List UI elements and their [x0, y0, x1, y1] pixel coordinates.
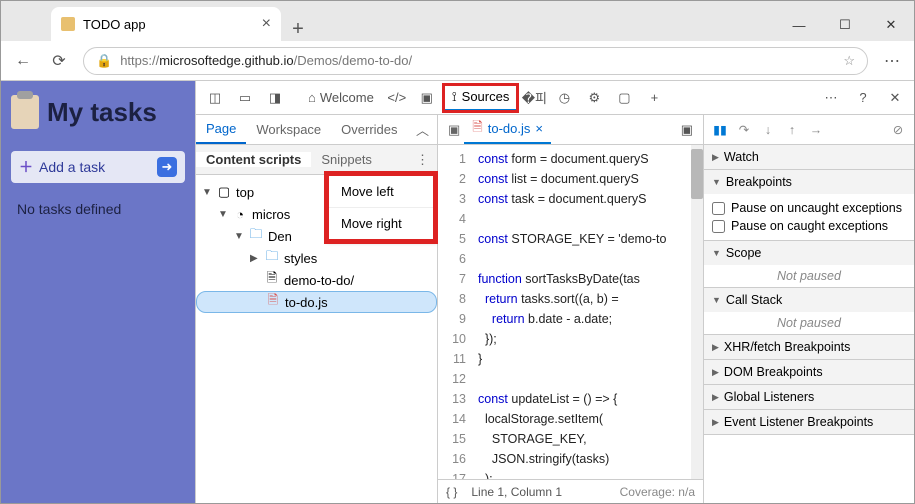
tab-title: TODO app	[83, 17, 146, 32]
close-window-button[interactable]: ✕	[868, 9, 914, 41]
scope-not-paused: Not paused	[704, 265, 914, 287]
deactivate-bp-icon[interactable]: ⊘	[888, 122, 908, 137]
bracket-icon[interactable]: { }	[446, 485, 457, 499]
home-icon: ⌂	[308, 90, 316, 105]
file-nav-icon[interactable]: ▣	[444, 122, 464, 138]
sources-navigator: Page Workspace Overrides ︿ Content scrip…	[196, 115, 438, 503]
pause-icon[interactable]: ▮▮	[710, 122, 730, 137]
section-dom[interactable]: ▶DOM Breakpoints	[704, 360, 914, 384]
devtools-toolbar: ◫ ▭ ◨ ⌂Welcome </> ▣ ⟟ Sources �피 ◷ ⚙ ▢ …	[196, 81, 914, 115]
step-out-icon[interactable]: ↑	[782, 123, 802, 137]
tab-performance-icon[interactable]: ◷	[551, 90, 577, 106]
nav-tab-workspace[interactable]: Workspace	[246, 115, 331, 144]
site-info-icon[interactable]: 🔒	[96, 53, 112, 69]
code-area[interactable]: 12345678910111213141516171819 const form…	[438, 145, 703, 479]
tab-close-button[interactable]: ×	[262, 15, 271, 33]
tab-console-icon[interactable]: ▣	[414, 90, 440, 106]
section-watch[interactable]: ▶Watch	[704, 145, 914, 169]
submit-icon[interactable]: ➜	[157, 157, 177, 177]
nav-more-icon[interactable]: ⋮	[408, 152, 437, 168]
page-title: My tasks	[47, 97, 157, 128]
code-editor: ▣ 🗎 to-do.js × ▣ 12345678910111213141516…	[438, 115, 704, 503]
step-over-icon[interactable]: ↷	[734, 122, 754, 137]
url-path: /Demos/demo-to-do/	[294, 53, 413, 68]
url-host: microsoftedge.github.io	[159, 53, 293, 68]
debugger-pane: ▮▮ ↷ ↓ ↑ → ⊘ ▶Watch ▼Breakpoints Pause o…	[704, 115, 914, 503]
section-callstack[interactable]: ▼Call Stack	[704, 288, 914, 312]
browser-tab[interactable]: TODO app ×	[51, 7, 281, 41]
url-scheme: https://	[120, 53, 159, 68]
editor-status-bar: { } Line 1, Column 1 Coverage: n/a	[438, 479, 703, 503]
maximize-button[interactable]: ☐	[822, 9, 868, 41]
favicon-icon	[61, 17, 75, 31]
tree-item-file2-selected[interactable]: 🗎to-do.js	[196, 291, 437, 313]
help-icon[interactable]: ?	[850, 90, 876, 105]
pause-caught-checkbox[interactable]: Pause on caught exceptions	[712, 217, 906, 235]
add-task-label: Add a task	[39, 159, 105, 175]
page-content: My tasks ＋ Add a task ➜ No tasks defined	[1, 81, 195, 503]
tab-add-icon[interactable]: +	[641, 90, 667, 105]
scrollbar-thumb[interactable]	[691, 149, 703, 199]
address-field[interactable]: 🔒 https://microsoftedge.github.io/Demos/…	[83, 47, 868, 75]
tab-application-icon[interactable]: ▢	[611, 90, 637, 106]
step-into-icon[interactable]: ↓	[758, 123, 778, 137]
bug-icon: ⟟	[452, 89, 457, 105]
editor-toggle-icon[interactable]: ▣	[677, 122, 697, 138]
ctx-move-right[interactable]: Move right	[329, 208, 433, 239]
menu-button[interactable]: ⋯	[880, 51, 904, 71]
tree-item-folder2[interactable]: ▶🗀styles	[196, 247, 437, 269]
context-menu: Move left Move right	[326, 173, 436, 242]
tab-memory-icon[interactable]: ⚙	[581, 90, 607, 106]
add-task-button[interactable]: ＋ Add a task ➜	[11, 151, 185, 183]
clipboard-icon	[11, 95, 39, 129]
section-breakpoints[interactable]: ▼Breakpoints	[704, 170, 914, 194]
dock-icon[interactable]: ◨	[262, 90, 288, 106]
tab-elements-icon[interactable]: </>	[384, 90, 410, 105]
step-icon[interactable]: →	[806, 123, 826, 137]
section-global[interactable]: ▶Global Listeners	[704, 385, 914, 409]
nav-sub-snippets[interactable]: Snippets	[311, 152, 382, 167]
cursor-position: Line 1, Column 1	[471, 485, 562, 499]
window-titlebar: TODO app × + — ☐ ✕	[1, 1, 914, 41]
tab-network-icon[interactable]: �피	[521, 88, 547, 107]
nav-tab-overrides[interactable]: Overrides	[331, 115, 407, 144]
back-button[interactable]: ←	[11, 52, 35, 70]
close-file-icon[interactable]: ×	[535, 121, 543, 136]
tab-welcome[interactable]: ⌂Welcome	[302, 90, 380, 105]
nav-collapse-icon[interactable]: ︿	[408, 120, 437, 139]
coverage-status: Coverage: n/a	[620, 485, 695, 499]
minimize-button[interactable]: —	[776, 9, 822, 41]
nav-tab-page[interactable]: Page	[196, 115, 246, 144]
section-xhr[interactable]: ▶XHR/fetch Breakpoints	[704, 335, 914, 359]
callstack-not-paused: Not paused	[704, 312, 914, 334]
nav-sub-content-scripts[interactable]: Content scripts	[196, 152, 311, 167]
ctx-move-left[interactable]: Move left	[329, 176, 433, 208]
devtools-close-icon[interactable]: ✕	[882, 90, 908, 106]
inspect-icon[interactable]: ◫	[202, 90, 228, 106]
tree-item-file1[interactable]: 🗎demo-to-do/	[196, 269, 437, 291]
section-scope[interactable]: ▼Scope	[704, 241, 914, 265]
more-tools-icon[interactable]: ⋯	[818, 90, 844, 106]
url-bar: ← ⟳ 🔒 https://microsoftedge.github.io/De…	[1, 41, 914, 81]
debug-controls: ▮▮ ↷ ↓ ↑ → ⊘	[704, 115, 914, 145]
empty-state-text: No tasks defined	[11, 201, 185, 217]
tab-sources[interactable]: ⟟ Sources	[444, 85, 518, 111]
pause-uncaught-checkbox[interactable]: Pause on uncaught exceptions	[712, 199, 906, 217]
device-icon[interactable]: ▭	[232, 90, 258, 106]
new-tab-button[interactable]: +	[281, 18, 315, 41]
refresh-button[interactable]: ⟳	[47, 51, 71, 71]
editor-file-tab[interactable]: 🗎 to-do.js ×	[464, 115, 551, 144]
window-controls: — ☐ ✕	[776, 9, 914, 41]
favorite-icon[interactable]: ☆	[843, 53, 855, 69]
section-event[interactable]: ▶Event Listener Breakpoints	[704, 410, 914, 434]
devtools-panel: ◫ ▭ ◨ ⌂Welcome </> ▣ ⟟ Sources �피 ◷ ⚙ ▢ …	[195, 81, 914, 503]
